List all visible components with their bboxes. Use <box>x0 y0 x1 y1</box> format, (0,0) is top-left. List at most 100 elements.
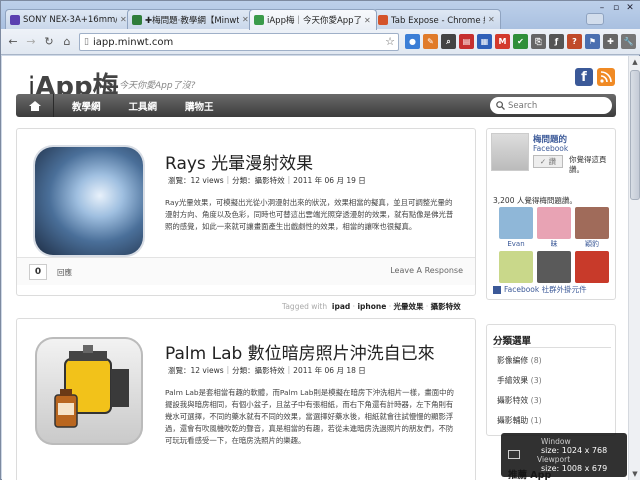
scroll-up-icon[interactable]: ▲ <box>629 56 640 68</box>
category-item[interactable]: 攝影輔助 (1) <box>497 415 542 426</box>
vertical-scrollbar[interactable]: ▲ ▼ <box>628 56 640 480</box>
forward-icon[interactable]: → <box>23 34 39 50</box>
rss-icon[interactable] <box>597 68 615 86</box>
category-count: (3) <box>530 396 542 405</box>
back-icon[interactable]: ← <box>5 34 21 50</box>
like-description: 你覺得這頁讚。 <box>569 155 607 174</box>
post-category: 分類：攝影特效 <box>232 176 285 185</box>
flag-ext-icon[interactable]: ⚑ <box>585 34 600 49</box>
avatar <box>575 251 609 283</box>
window-icon <box>508 450 520 459</box>
post-thumbnail[interactable] <box>35 337 143 445</box>
post-title[interactable]: Rays 光暈漫射效果 <box>165 149 313 174</box>
main-menu: 教學網 工具網 購物王 <box>16 94 616 117</box>
fan-face[interactable]: Evan <box>499 207 533 249</box>
tabs-ext-icon[interactable]: ▤ <box>459 34 474 49</box>
page-icon: ▯ <box>84 37 89 47</box>
tab-favicon <box>10 14 20 25</box>
category-label: 攝影輔助 <box>497 416 529 425</box>
post-title[interactable]: Palm Lab 數位暗房照片沖洗自已來 <box>165 339 435 364</box>
tag-link[interactable]: iphone <box>357 302 386 311</box>
avatar <box>537 251 571 283</box>
gmail-ext-icon[interactable]: M <box>495 34 510 49</box>
tab-title: ✚梅問題‧教學網【Minwt】… <box>145 15 239 26</box>
tag-link[interactable]: ipad <box>332 302 350 311</box>
fan-count: 3,200 人覺得梅問題讚。 <box>493 196 577 205</box>
tag-link[interactable]: 光暈效果 <box>393 302 423 311</box>
site-tagline: 今天你愛App了沒? <box>119 81 196 91</box>
browser-toolbar: ← → ↻ ⌂ ▯ iapp.minwt.com ☆ ● ✎ ⌕ ▤ ▦ M ✔ ⎘ ƒ? ⚑ ✚ 🔧 <box>1 29 640 55</box>
function-ext-icon[interactable]: ƒ <box>549 34 564 49</box>
puzzle-ext-icon[interactable]: ✚ <box>603 34 618 49</box>
clip-ext-icon[interactable]: ⎘ <box>531 34 546 49</box>
post-card: Palm Lab 數位暗房照片沖洗自已來 瀏覽：12 views | 分類：攝影特… <box>16 318 476 480</box>
fan-face[interactable]: 穎豹 <box>575 207 609 249</box>
search-icon <box>496 101 505 110</box>
site-search[interactable] <box>490 97 612 114</box>
tag-link[interactable]: 攝影特效 <box>431 302 461 311</box>
browser-window: SONY NEX-3A+16mm/F… ✕ ✚梅問題‧教學網【Minwt】… ✕… <box>0 0 640 480</box>
post-footer: 0 回應 Leave A Response <box>17 257 475 285</box>
avatar <box>537 207 571 239</box>
category-item[interactable]: 影像編修 (8) <box>497 355 542 366</box>
facebook-icon[interactable]: f <box>575 68 593 86</box>
facebook-sub[interactable]: Facebook <box>533 144 568 153</box>
bookmark-star-icon[interactable]: ☆ <box>385 35 395 48</box>
window-controls: – ▫ ✕ <box>595 1 637 15</box>
minimize-icon[interactable]: – <box>595 1 609 15</box>
grid-ext-icon[interactable]: ▦ <box>477 34 492 49</box>
comment-count[interactable]: 0 <box>29 264 47 280</box>
fan-name: Evan <box>507 240 525 248</box>
house-icon <box>28 100 41 111</box>
divider <box>493 347 611 348</box>
scroll-down-icon[interactable]: ▼ <box>629 468 640 480</box>
avatar <box>575 207 609 239</box>
category-count: (8) <box>530 356 542 365</box>
category-item[interactable]: 攝影特效 (3) <box>497 395 542 406</box>
globe-ext-icon[interactable]: ● <box>405 34 420 49</box>
film-canister-icon <box>54 345 129 428</box>
home-icon[interactable]: ⌂ <box>59 34 75 50</box>
home-button[interactable] <box>16 94 54 117</box>
category-widget: 分類選單 影像編修 (8) 手繪效果 (3) 攝影特效 (3) 攝影輔助 (1) <box>486 324 616 436</box>
plugin-label: Facebook 社群外掛元件 <box>504 285 587 294</box>
scroll-thumb[interactable] <box>630 70 640 200</box>
maximize-icon[interactable]: ▫ <box>609 1 623 15</box>
like-label: 讚 <box>548 157 557 166</box>
tab-title: Tab Expose - Chrome 線… <box>391 15 485 26</box>
tab-sony[interactable]: SONY NEX-3A+16mm/F… ✕ <box>5 9 133 29</box>
like-button[interactable]: ✓ 讚 <box>533 155 563 168</box>
tab-title: iApp梅｜今天你愛App了沒？ <box>267 16 361 26</box>
tab-tab-expose[interactable]: Tab Expose - Chrome 線… ✕ <box>373 9 501 29</box>
menu-item-shopping[interactable]: 購物王 <box>171 99 228 113</box>
category-label: 攝影特效 <box>497 396 529 405</box>
search-input[interactable] <box>508 100 604 111</box>
check-ext-icon[interactable]: ✔ <box>513 34 528 49</box>
fan-face[interactable]: 昧 <box>537 207 571 249</box>
tab-minwt[interactable]: ✚梅問題‧教學網【Minwt】… ✕ <box>127 9 255 29</box>
page-avatar[interactable] <box>491 133 529 171</box>
menu-item-tools[interactable]: 工具網 <box>115 99 172 113</box>
category-item[interactable]: 手繪效果 (3) <box>497 375 542 386</box>
tab-iapp[interactable]: iApp梅｜今天你愛App了沒？ ✕ <box>249 9 377 30</box>
category-title: 分類選單 <box>493 336 532 347</box>
post-excerpt: Ray光暈效果，可模擬出光從小洞漫射出來的狀況，效果相當的擬真，並且可調整光暈的… <box>165 198 454 231</box>
post-thumbnail[interactable] <box>35 147 143 255</box>
facebook-plugin-footer[interactable]: Facebook 社群外掛元件 <box>493 284 587 295</box>
reply-link[interactable]: 回應 <box>57 267 72 278</box>
wrench-ext-icon[interactable]: 🔧 <box>621 34 636 49</box>
leave-response-link[interactable]: Leave A Response <box>390 266 463 275</box>
window-size-overlay: Window size: 1024 x 768 Viewport size: 1… <box>501 433 627 477</box>
reload-icon[interactable]: ↻ <box>41 34 57 50</box>
tab-favicon <box>132 14 142 25</box>
post-tags: Tagged with ipad · iphone · 光暈效果 · 攝影特效 <box>282 302 461 311</box>
post-meta: 瀏覽：12 views | 分類：攝影特效 | 2011 年 06 月 18 日 <box>165 365 369 376</box>
close-window-icon[interactable]: ✕ <box>623 1 637 15</box>
address-bar[interactable]: ▯ iapp.minwt.com ☆ <box>79 33 399 51</box>
menu-item-tutorial[interactable]: 教學網 <box>54 99 115 113</box>
question-ext-icon[interactable]: ? <box>567 34 582 49</box>
search-ext-icon[interactable]: ⌕ <box>441 34 456 49</box>
close-icon[interactable]: ✕ <box>364 16 372 25</box>
close-icon[interactable]: ✕ <box>488 15 496 24</box>
feather-ext-icon[interactable]: ✎ <box>423 34 438 49</box>
